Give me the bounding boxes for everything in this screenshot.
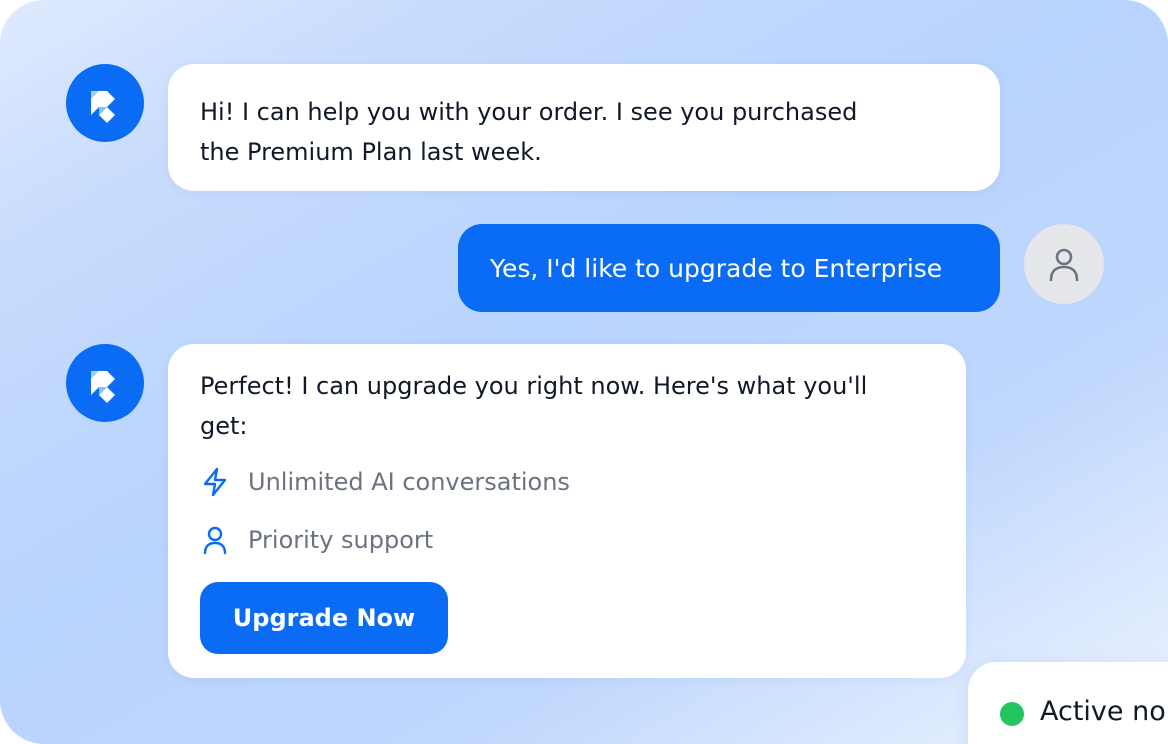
feature-label: Priority support bbox=[248, 526, 434, 554]
user-message-bubble: Yes, I'd like to upgrade to Enterprise bbox=[458, 224, 1000, 312]
upgrade-now-button[interactable]: Upgrade Now bbox=[200, 582, 448, 654]
brand-logo-icon bbox=[91, 371, 115, 403]
online-status-dot bbox=[1000, 702, 1024, 726]
message-line: the Premium Plan last week. bbox=[200, 138, 542, 166]
brand-logo-icon bbox=[91, 91, 115, 123]
message-line: Hi! I can help you with your order. I se… bbox=[200, 98, 858, 126]
feature-item: Priority support bbox=[200, 520, 433, 560]
user-avatar bbox=[1024, 224, 1104, 304]
chat-window: Hi! I can help you with your order. I se… bbox=[0, 0, 1168, 744]
user-icon bbox=[1049, 248, 1079, 282]
message-line: get: bbox=[200, 412, 248, 440]
status-card: Active no bbox=[968, 662, 1168, 744]
user-icon bbox=[200, 525, 230, 555]
feature-label: Unlimited AI conversations bbox=[248, 468, 570, 496]
bot-message-bubble: Hi! I can help you with your order. I se… bbox=[168, 64, 1000, 191]
bot-avatar bbox=[66, 344, 144, 422]
status-label: Active no bbox=[1040, 696, 1166, 727]
bot-message-bubble: Perfect! I can upgrade you right now. He… bbox=[168, 344, 966, 678]
feature-item: Unlimited AI conversations bbox=[200, 462, 570, 502]
message-line: Perfect! I can upgrade you right now. He… bbox=[200, 372, 868, 400]
user-message-text: Yes, I'd like to upgrade to Enterprise bbox=[490, 253, 943, 283]
bot-avatar bbox=[66, 64, 144, 142]
lightning-bolt-icon bbox=[200, 467, 230, 497]
